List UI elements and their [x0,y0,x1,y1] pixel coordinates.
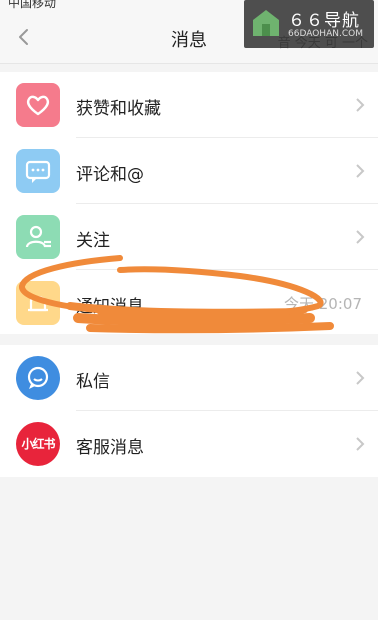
message-category-list: 获赞和收藏 评论和@ 关注 通知消息 今天 20:07 [0,72,378,334]
heart-icon [16,83,60,127]
list-item-label: 客服消息 [76,438,144,458]
list-item-label: 关注 [76,231,110,251]
list-item-notifications[interactable]: 通知消息 今天 20:07 [0,270,378,336]
watermark: ６６导航 66DAOHAN.COM [244,0,374,48]
list-item-likes-favorites[interactable]: 获赞和收藏 [0,72,378,138]
chevron-right-icon [356,437,365,451]
comment-icon [16,149,60,193]
list-item-private-messages[interactable]: 私信 [0,345,378,411]
chat-list: 私信 小红书 客服消息 [0,345,378,477]
chevron-right-icon [356,371,365,385]
list-item-follows[interactable]: 关注 [0,204,378,270]
list-item-label: 获赞和收藏 [76,99,161,119]
list-item-customer-service[interactable]: 小红书 客服消息 [0,411,378,477]
watermark-subtitle: 66DAOHAN.COM [288,29,363,39]
list-item-label: 私信 [76,372,110,392]
list-item-label: 通知消息 [76,297,144,317]
chat-bubble-icon [16,356,60,400]
timestamp: 今天 20:07 [284,295,362,313]
xiaohongshu-logo-icon: 小红书 [16,422,60,466]
watermark-title: ６６导航 [288,11,360,31]
chevron-right-icon [356,164,365,178]
chevron-right-icon [356,230,365,244]
carrier-label: 中国移动 [8,0,57,10]
chevron-right-icon [356,98,365,112]
bell-icon [16,281,60,325]
house-logo-icon [253,10,279,36]
user-icon [16,215,60,259]
list-item-label: 评论和@ [76,165,144,185]
list-item-comments-mentions[interactable]: 评论和@ [0,138,378,204]
logo-text: 小红书 [21,437,55,451]
